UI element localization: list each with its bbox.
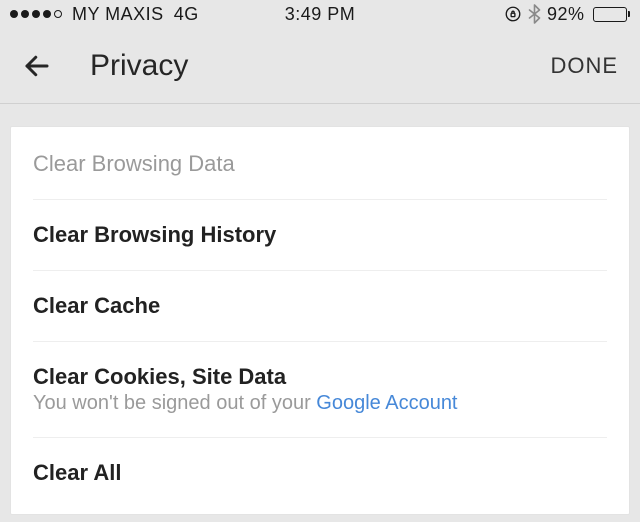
item-label: Clear Cache <box>33 293 607 319</box>
item-subtext: You won't be signed out of your Google A… <box>33 392 607 415</box>
clear-history-item[interactable]: Clear Browsing History <box>33 200 607 271</box>
arrow-left-icon <box>22 51 52 81</box>
status-right: 92% <box>504 4 630 25</box>
google-account-link[interactable]: Google Account <box>316 392 457 414</box>
clear-cookies-item[interactable]: Clear Cookies, Site Data You won't be si… <box>33 342 607 438</box>
bluetooth-icon <box>528 4 541 24</box>
page-title: Privacy <box>90 49 188 83</box>
item-label: Clear Cookies, Site Data <box>33 364 607 390</box>
clear-cache-item[interactable]: Clear Cache <box>33 271 607 342</box>
battery-icon <box>593 7 631 22</box>
clear-all-item[interactable]: Clear All <box>33 438 607 514</box>
item-label: Clear All <box>33 460 607 486</box>
carrier-label: MY MAXIS <box>72 4 164 25</box>
status-bar: MY MAXIS 4G 3:49 PM 92% <box>0 0 640 28</box>
back-button[interactable] <box>22 51 52 81</box>
status-left: MY MAXIS 4G <box>10 4 199 25</box>
network-type: 4G <box>174 4 199 25</box>
item-label: Clear Browsing History <box>33 222 607 248</box>
section-header: Clear Browsing Data <box>33 127 607 200</box>
signal-strength-icon <box>10 10 62 18</box>
orientation-lock-icon <box>504 5 522 23</box>
clock: 3:49 PM <box>285 4 356 25</box>
done-button[interactable]: DONE <box>550 53 618 79</box>
settings-panel: Clear Browsing Data Clear Browsing Histo… <box>10 126 630 515</box>
nav-bar: Privacy DONE <box>0 28 640 104</box>
subtext-prefix: You won't be signed out of your <box>33 392 316 414</box>
battery-percentage: 92% <box>547 4 585 25</box>
